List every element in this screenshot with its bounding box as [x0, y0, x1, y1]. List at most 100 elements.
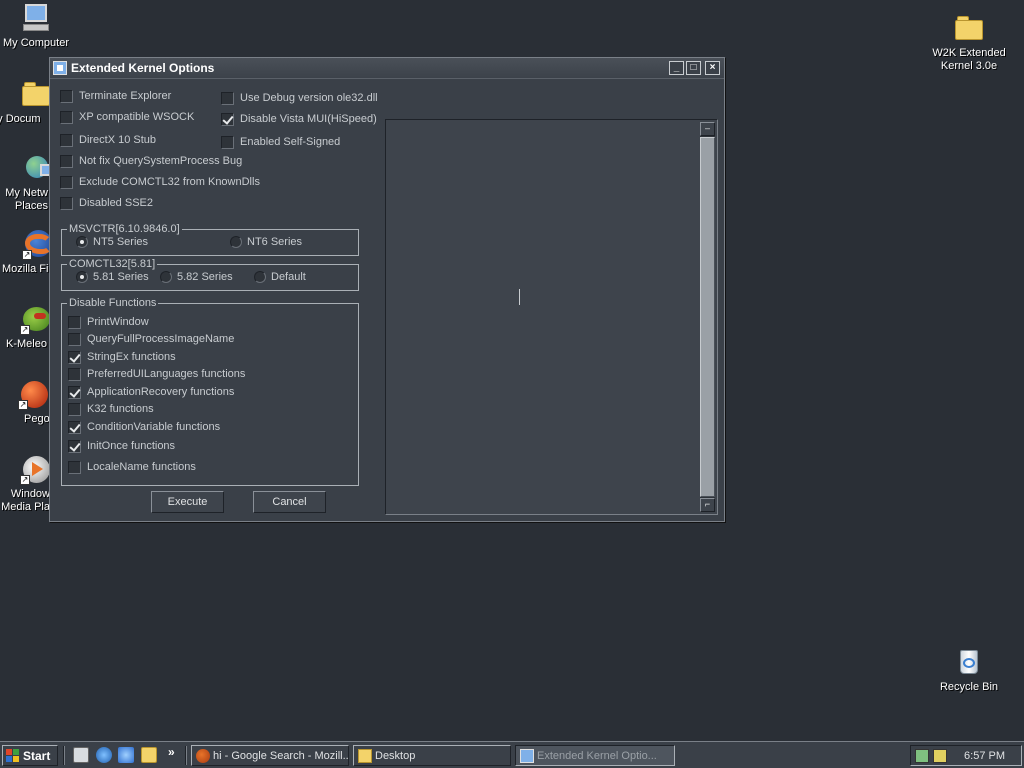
media-player-icon: ↗ [20, 453, 52, 485]
checkbox[interactable] [221, 91, 234, 105]
checkbox[interactable] [60, 89, 73, 103]
network-tray-icon[interactable] [915, 749, 929, 763]
option-label: Disabled SSE2 [79, 197, 153, 209]
tasks-separator [185, 746, 187, 765]
output-textarea[interactable]: – ⌐ [385, 119, 718, 515]
option-label: Enabled Self-Signed [240, 136, 341, 148]
scroll-down-button[interactable]: ⌐ [700, 498, 715, 512]
option-directx-10-stub[interactable]: DirectX 10 Stub [60, 132, 156, 148]
minimize-button[interactable]: _ [669, 61, 684, 75]
option-enabled-self-signed[interactable]: Enabled Self-Signed [221, 134, 340, 150]
option-terminate-explorer[interactable]: Terminate Explorer [60, 88, 171, 104]
checkbox[interactable] [68, 315, 81, 329]
func-stringex[interactable]: StringEx functions [68, 349, 176, 365]
internet-explorer-icon[interactable] [96, 747, 112, 763]
task-firefox[interactable]: hi - Google Search - Mozill... [191, 745, 349, 766]
scroll-up-button[interactable]: – [700, 122, 715, 136]
checkbox[interactable] [68, 402, 81, 416]
desktop-icon-label: Pego [24, 413, 50, 425]
checkbox[interactable] [60, 133, 73, 147]
checkbox[interactable] [60, 175, 73, 189]
clock: 6:57 PM [964, 750, 1005, 762]
radio-button[interactable] [254, 271, 266, 283]
task-extended-kernel-options[interactable]: Extended Kernel Optio... [515, 745, 675, 766]
func-k32[interactable]: K32 functions [68, 401, 154, 417]
option-xp-compatible-wsock[interactable]: XP compatible WSOCK [60, 109, 194, 125]
option-disabled-sse2[interactable]: Disabled SSE2 [60, 195, 153, 211]
explorer-search-icon[interactable] [141, 747, 157, 763]
desktop-icon-recycle-bin[interactable]: Recycle Bin [929, 646, 1009, 694]
outlook-express-icon[interactable] [118, 747, 134, 763]
desktop-icon-pego[interactable]: ↗ Pego [0, 378, 52, 426]
option-exclude-comctl32[interactable]: Exclude COMCTL32 from KnownDlls [60, 174, 260, 190]
checkbox[interactable] [60, 154, 73, 168]
radio-button-selected[interactable] [76, 236, 88, 248]
desktop-icon-w2k-folder[interactable]: W2K Extended Kernel 3.0e [929, 12, 1009, 73]
checkbox-checked[interactable] [68, 439, 81, 453]
option-not-fix-querysystemprocess[interactable]: Not fix QuerySystemProcess Bug [60, 153, 242, 169]
task-label: Desktop [375, 749, 416, 762]
func-localename[interactable]: LocaleName functions [68, 459, 196, 475]
radio-label: 5.82 Series [177, 271, 233, 283]
task-desktop[interactable]: Desktop [353, 745, 511, 766]
computer-icon [20, 2, 52, 34]
func-conditionvariable[interactable]: ConditionVariable functions [68, 419, 220, 435]
checkbox-checked[interactable] [68, 385, 81, 399]
radio-button[interactable] [230, 236, 242, 248]
radio-default[interactable]: Default [254, 269, 306, 285]
desktop-icon-my-computer[interactable]: My Computer [0, 2, 76, 50]
desktop-icon-kmeleon[interactable]: ↗ K-Meleo [0, 303, 54, 351]
function-label: ConditionVariable functions [87, 421, 221, 433]
option-disable-vista-mui[interactable]: Disable Vista MUI(HiSpeed) [221, 111, 377, 127]
function-label: PrintWindow [87, 316, 149, 328]
printer-tray-icon[interactable] [933, 749, 947, 763]
desktop-icon-my-documents[interactable]: My Docum [0, 78, 56, 126]
app-icon [53, 61, 67, 75]
app-icon [520, 748, 534, 763]
checkbox[interactable] [68, 332, 81, 346]
checkbox[interactable] [60, 110, 73, 124]
execute-button[interactable]: Execute [151, 491, 224, 513]
func-queryfullprocessimagename[interactable]: QueryFullProcessImageName [68, 331, 234, 347]
radio-581-series[interactable]: 5.81 Series [76, 269, 149, 285]
checkbox-checked[interactable] [68, 420, 81, 434]
radio-button-selected[interactable] [76, 271, 88, 283]
quicklaunch-chevron-icon[interactable]: » [168, 745, 175, 759]
desktop-icon-label: Recycle Bin [939, 681, 999, 693]
radio-label: NT6 Series [247, 236, 303, 248]
checkbox[interactable] [221, 135, 234, 149]
radio-nt6-series[interactable]: NT6 Series [230, 234, 302, 250]
comctl32-group: COMCTL32[5.81] 5.81 Series 5.82 Series D… [61, 258, 359, 291]
radio-button[interactable] [160, 271, 172, 283]
desktop-icon-windows-media-player[interactable]: ↗ Window Media Pla [0, 453, 54, 514]
radio-nt5-series[interactable]: NT5 Series [76, 234, 148, 250]
option-use-debug-ole32[interactable]: Use Debug version ole32.dll [221, 90, 378, 106]
func-applicationrecovery[interactable]: ApplicationRecovery functions [68, 384, 234, 400]
start-button[interactable]: Start [2, 745, 58, 766]
checkbox[interactable] [60, 196, 73, 210]
folder-icon [358, 748, 372, 763]
checkbox-checked[interactable] [221, 112, 234, 126]
desktop-icon-firefox[interactable]: ↗ Mozilla Fir [0, 228, 54, 276]
func-preferreduilanguages[interactable]: PreferredUILanguages functions [68, 366, 245, 382]
checkbox[interactable] [68, 460, 81, 474]
show-desktop-icon[interactable] [73, 747, 89, 763]
taskbar: Start » hi - Google Search - Mozill... D… [0, 741, 1024, 768]
checkbox-checked[interactable] [68, 350, 81, 364]
checkbox[interactable] [68, 367, 81, 381]
func-initonce[interactable]: InitOnce functions [68, 438, 175, 454]
maximize-button[interactable]: □ [686, 61, 701, 75]
cancel-button[interactable]: Cancel [253, 491, 326, 513]
scroll-thumb[interactable] [700, 137, 715, 497]
close-button[interactable]: × [705, 61, 720, 75]
desktop-icon-label: Mozilla Fir [2, 263, 53, 275]
desktop-icon-my-network-places[interactable]: My Netw Places [0, 152, 54, 213]
desktop-icon-label: Window Media Pla [1, 488, 50, 513]
vertical-scrollbar[interactable]: – ⌐ [700, 122, 715, 512]
func-printwindow[interactable]: PrintWindow [68, 314, 149, 330]
window-titlebar[interactable]: Extended Kernel Options _ □ × [50, 58, 724, 79]
radio-582-series[interactable]: 5.82 Series [160, 269, 233, 285]
system-tray: 6:57 PM [910, 745, 1022, 766]
option-label: XP compatible WSOCK [79, 111, 195, 123]
radio-label: Default [271, 271, 306, 283]
